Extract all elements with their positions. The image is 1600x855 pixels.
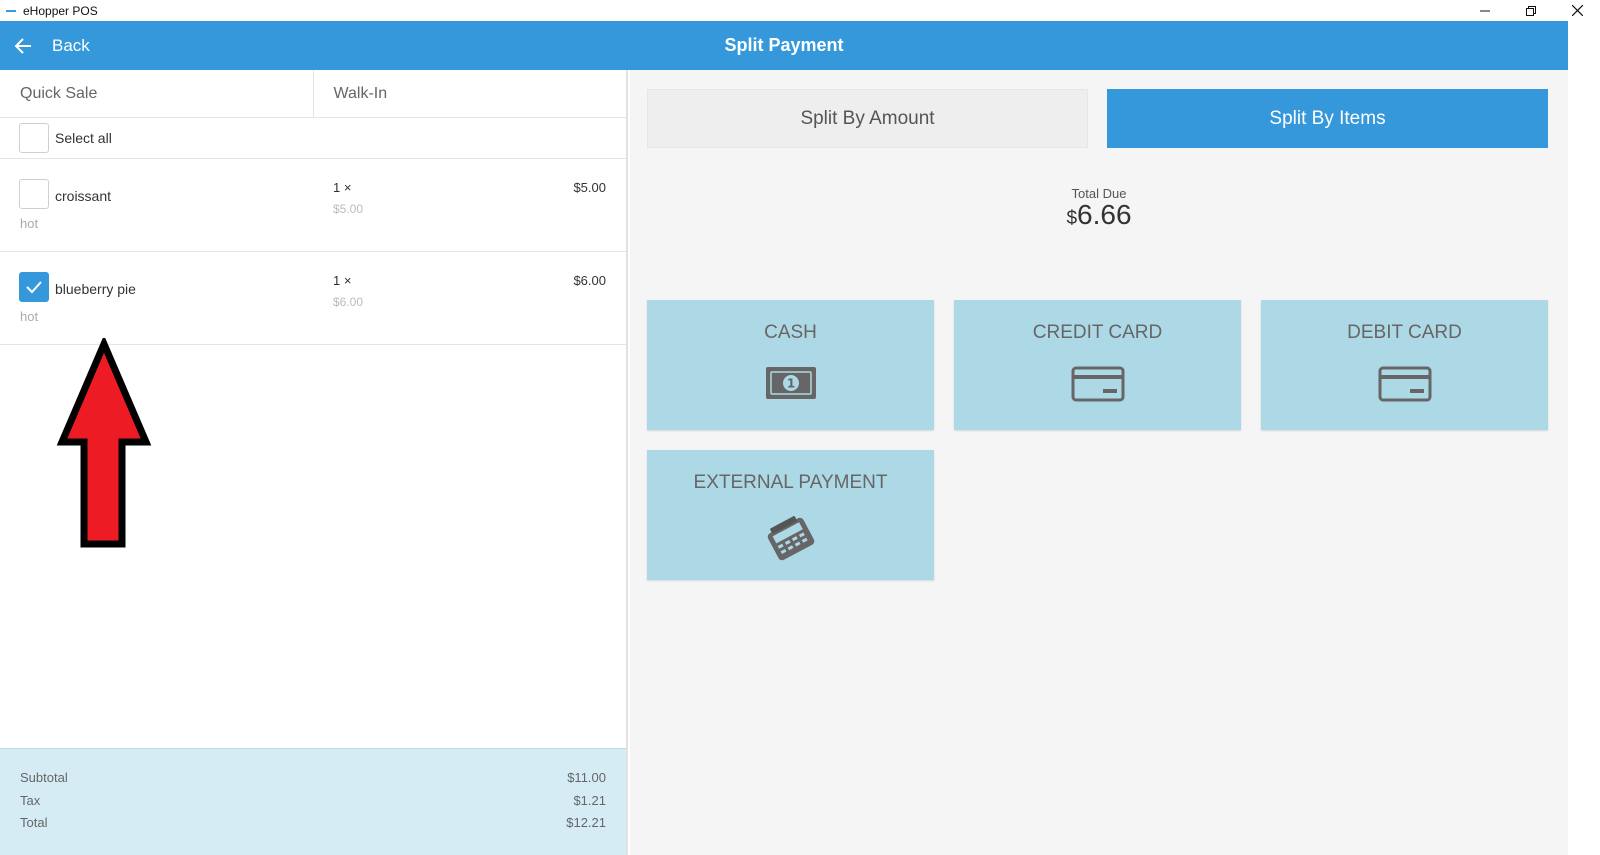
window-controls <box>1462 0 1600 21</box>
total-due: Total Due $6.66 <box>630 186 1568 231</box>
order-info-row: Quick Sale Walk-In <box>0 70 626 118</box>
item-modifier: hot <box>20 309 39 324</box>
subtotal-line: Subtotal $11.00 <box>20 767 606 790</box>
svg-text:1: 1 <box>786 377 794 391</box>
debit-card-icon <box>1378 366 1431 402</box>
cash-icon: 1 <box>765 367 816 399</box>
payment-method-label: EXTERNAL PAYMENT <box>693 472 888 493</box>
window-title: eHopper POS <box>23 3 98 18</box>
subtotal-value: $11.00 <box>567 770 606 785</box>
select-all-label: Select all <box>55 130 112 146</box>
payment-method-label: CASH <box>764 322 817 343</box>
restore-icon <box>1526 5 1536 16</box>
back-arrow-icon <box>14 37 31 54</box>
total-line: Total $12.21 <box>20 812 606 835</box>
credit-card-icon <box>1071 366 1124 402</box>
total-label: Total <box>20 815 48 830</box>
select-all-row[interactable]: Select all <box>0 118 626 159</box>
restore-button[interactable] <box>1508 0 1554 21</box>
app-icon <box>6 8 20 14</box>
cash-payment-button[interactable]: CASH 1 <box>647 300 934 430</box>
total-due-amount: $6.66 <box>630 199 1568 231</box>
debit-card-payment-button[interactable]: DEBIT CARD <box>1261 300 1548 430</box>
back-label: Back <box>52 35 90 55</box>
item-unit-price: $6.00 <box>333 295 364 309</box>
item-modifier: hot <box>20 216 39 231</box>
split-by-amount-button[interactable]: Split By Amount <box>647 89 1088 148</box>
tax-label: Tax <box>20 792 41 808</box>
scrollbar-area <box>1568 21 1600 855</box>
item-quantity: 1 × <box>333 273 352 288</box>
close-button[interactable] <box>1554 0 1600 21</box>
external-payment-button[interactable]: EXTERNAL PAYMENT <box>647 450 934 580</box>
minimize-icon <box>1480 10 1490 11</box>
order-item-row[interactable]: blueberry pie hot 1 × $6.00 $6.00 <box>0 252 626 345</box>
customer-name[interactable]: Walk-In <box>314 70 627 117</box>
back-button[interactable]: Back <box>14 21 90 70</box>
close-icon <box>1571 5 1583 16</box>
minimize-button[interactable] <box>1462 0 1508 21</box>
total-value: $12.21 <box>566 815 606 830</box>
split-by-items-button[interactable]: Split By Items <box>1107 89 1548 148</box>
page-title: Split Payment <box>724 35 844 55</box>
total-due-value: 6.66 <box>1077 199 1132 230</box>
tax-line: Tax $1.21 <box>20 790 606 813</box>
item-total: $5.00 <box>573 180 606 195</box>
item-checkbox[interactable] <box>19 179 49 209</box>
order-type[interactable]: Quick Sale <box>0 70 314 117</box>
item-quantity: 1 × <box>333 180 352 195</box>
item-name: blueberry pie <box>55 281 136 297</box>
checkmark-icon <box>26 281 42 294</box>
item-unit-price: $5.00 <box>333 202 364 216</box>
payment-method-label: DEBIT CARD <box>1347 322 1462 343</box>
payment-panel: Split By Amount Split By Items Total Due… <box>630 70 1568 855</box>
select-all-checkbox[interactable] <box>19 123 49 153</box>
order-item-row[interactable]: croissant hot 1 × $5.00 $5.00 <box>0 159 626 252</box>
window-titlebar: eHopper POS <box>0 0 1600 21</box>
item-total: $6.00 <box>573 273 606 288</box>
order-summary: Subtotal $11.00 Tax $1.21 Total $12.21 <box>0 748 626 855</box>
card-terminal-icon <box>767 516 814 561</box>
item-name: croissant <box>55 188 112 204</box>
item-checkbox[interactable] <box>19 272 49 302</box>
tax-value: $1.21 <box>573 792 606 808</box>
app-header: Back Split Payment <box>0 21 1568 70</box>
payment-method-label: CREDIT CARD <box>1032 322 1163 343</box>
subtotal-label: Subtotal <box>20 770 68 785</box>
credit-card-payment-button[interactable]: CREDIT CARD <box>954 300 1241 430</box>
currency-symbol: $ <box>1066 208 1078 229</box>
annotation-arrow-icon <box>56 338 152 548</box>
